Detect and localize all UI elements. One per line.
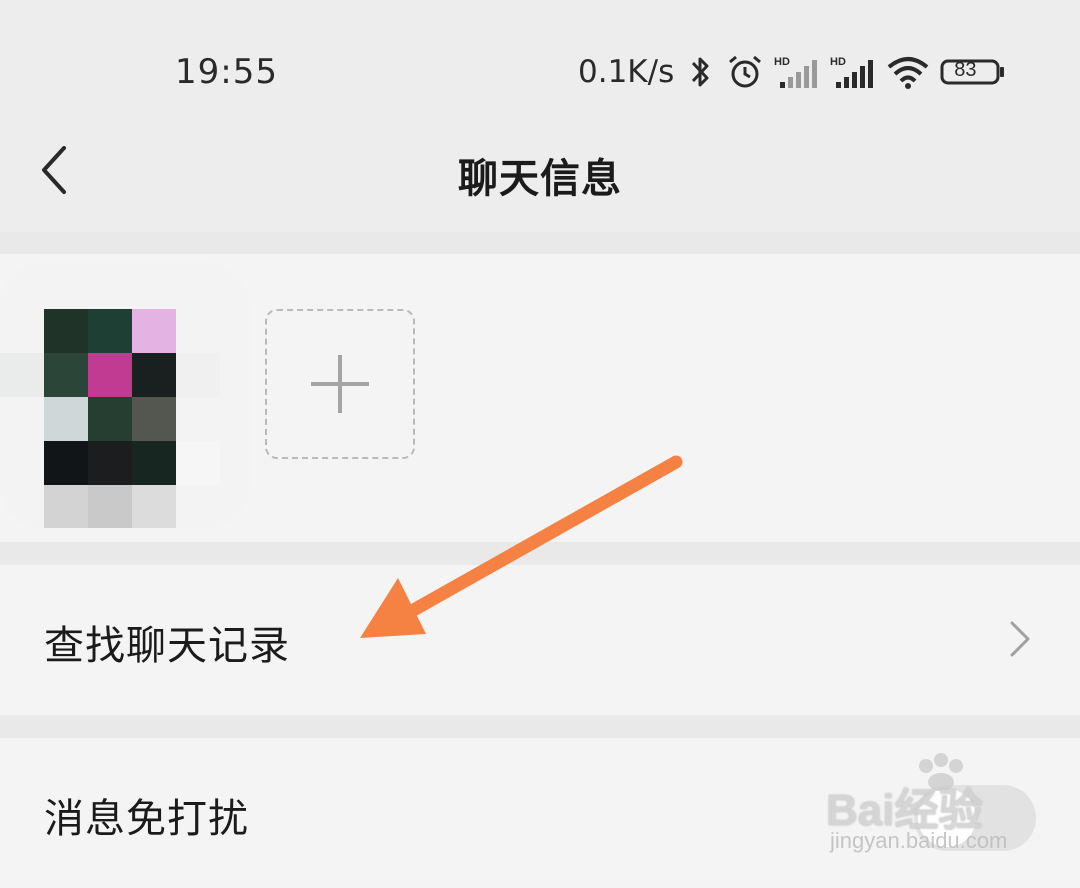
alarm-icon bbox=[726, 53, 764, 91]
signal-hd-1-icon: HD bbox=[774, 54, 820, 90]
page-title: 聊天信息 bbox=[458, 156, 622, 202]
add-member-button[interactable] bbox=[265, 309, 415, 459]
plus-icon bbox=[311, 355, 369, 413]
wifi-icon bbox=[886, 54, 930, 90]
chevron-right-icon bbox=[1010, 621, 1030, 657]
nav-bar: 聊天信息 bbox=[0, 110, 1080, 232]
status-time: 19:55 bbox=[175, 52, 278, 92]
signal-hd-2-icon: HD bbox=[830, 54, 876, 90]
svg-text:HD: HD bbox=[774, 56, 790, 68]
status-icons: 0.1K/s HD HD 83 bbox=[578, 50, 1006, 94]
members-section bbox=[0, 254, 1080, 542]
baidu-watermark: Bai经验 jingyan.baidu.com bbox=[826, 752, 1076, 856]
svg-text:HD: HD bbox=[830, 56, 846, 68]
mute-notifications-label: 消息免打扰 bbox=[44, 796, 249, 842]
battery-level: 83 bbox=[954, 59, 977, 81]
battery-icon: 83 bbox=[940, 54, 1006, 90]
network-speed: 0.1K/s bbox=[578, 54, 675, 90]
search-chat-history-label: 查找聊天记录 bbox=[44, 623, 290, 669]
search-chat-history-row[interactable]: 查找聊天记录 bbox=[0, 565, 1080, 715]
watermark-url: jingyan.baidu.com bbox=[830, 828, 1008, 853]
member-avatar[interactable] bbox=[0, 262, 250, 528]
bluetooth-icon bbox=[684, 54, 716, 90]
